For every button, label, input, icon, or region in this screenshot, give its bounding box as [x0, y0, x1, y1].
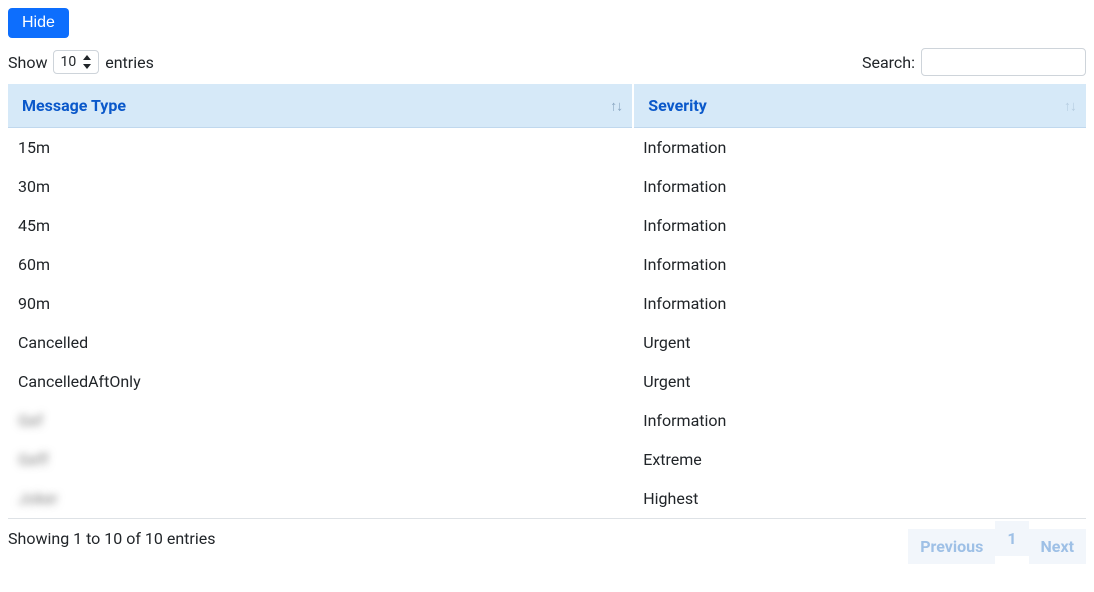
cell-message-type: 90m — [8, 284, 633, 323]
cell-message-type: 60m — [8, 245, 633, 284]
table-row: 45mInformation — [8, 206, 1086, 245]
cell-message-type: Gef — [8, 401, 633, 440]
search-label: Search: — [862, 53, 915, 72]
next-button[interactable]: Next — [1029, 529, 1086, 564]
search-input[interactable] — [921, 48, 1086, 76]
hide-button[interactable]: Hide — [8, 8, 69, 38]
table-row: CancelledAftOnlyUrgent — [8, 362, 1086, 401]
cell-message-type: 30m — [8, 167, 633, 206]
length-prefix: Show — [8, 53, 47, 72]
length-value: 10 — [60, 54, 76, 70]
table-controls: Show 10 entries Search: — [8, 48, 1086, 76]
cell-message-type: Joker — [8, 479, 633, 519]
cell-severity: Information — [633, 245, 1086, 284]
table-row: JokerHighest — [8, 479, 1086, 519]
cell-severity: Urgent — [633, 323, 1086, 362]
cell-message-type: Geff — [8, 440, 633, 479]
cell-message-type: 45m — [8, 206, 633, 245]
table-info: Showing 1 to 10 of 10 entries — [8, 529, 215, 548]
table-body: 15mInformation30mInformation45mInformati… — [8, 128, 1086, 519]
table-row: GefInformation — [8, 401, 1086, 440]
cell-severity: Urgent — [633, 362, 1086, 401]
data-table: Message Type ↑↓ Severity ↑↓ 15mInformati… — [8, 84, 1086, 519]
cell-severity: Information — [633, 167, 1086, 206]
length-suffix: entries — [105, 53, 154, 72]
chevron-updown-icon — [82, 55, 92, 69]
column-header-message-type[interactable]: Message Type ↑↓ — [8, 84, 633, 128]
column-header-label: Message Type — [22, 96, 126, 115]
cell-severity: Information — [633, 284, 1086, 323]
table-row: CancelledUrgent — [8, 323, 1086, 362]
table-footer: Showing 1 to 10 of 10 entries Previous 1… — [8, 529, 1086, 564]
table-row: 15mInformation — [8, 128, 1086, 168]
table-row: 90mInformation — [8, 284, 1086, 323]
table-row: 60mInformation — [8, 245, 1086, 284]
table-row: GeffExtreme — [8, 440, 1086, 479]
length-select[interactable]: 10 — [53, 50, 99, 74]
paginate-pages: 1 — [995, 529, 1028, 564]
cell-message-type: CancelledAftOnly — [8, 362, 633, 401]
paginate: Previous 1 Next — [908, 529, 1086, 564]
column-header-label: Severity — [648, 96, 707, 115]
cell-severity: Information — [633, 206, 1086, 245]
cell-severity: Information — [633, 128, 1086, 168]
column-header-severity[interactable]: Severity ↑↓ — [633, 84, 1086, 128]
page-number-button[interactable]: 1 — [995, 521, 1028, 556]
cell-severity: Highest — [633, 479, 1086, 519]
sort-icon: ↑↓ — [610, 97, 622, 114]
length-control: Show 10 entries — [8, 50, 154, 74]
previous-button[interactable]: Previous — [908, 529, 995, 564]
sort-icon: ↑↓ — [1064, 97, 1076, 114]
cell-severity: Information — [633, 401, 1086, 440]
search-control: Search: — [862, 48, 1086, 76]
cell-message-type: Cancelled — [8, 323, 633, 362]
table-row: 30mInformation — [8, 167, 1086, 206]
cell-severity: Extreme — [633, 440, 1086, 479]
cell-message-type: 15m — [8, 128, 633, 168]
